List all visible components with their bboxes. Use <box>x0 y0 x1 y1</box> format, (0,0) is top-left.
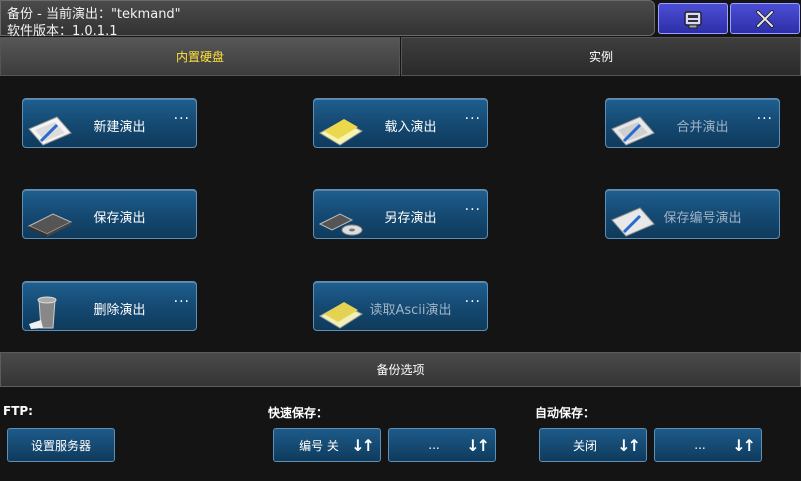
delete-show-label: 删除演出 <box>93 303 146 318</box>
more-dots: ··· <box>756 111 773 127</box>
quick-save-select[interactable]: 编号 关 ↓↑ <box>273 428 381 462</box>
save-as-label: 另存演出 <box>384 211 437 226</box>
read-ascii-show-button[interactable]: 读取Ascii演出 ··· <box>313 281 488 331</box>
section-title: 备份选项 <box>376 363 425 377</box>
auto-save-label: 自动保存： <box>535 406 596 420</box>
more-dots: ··· <box>464 294 481 310</box>
quick-save-more-button[interactable]: ... ↓↑ <box>388 428 496 462</box>
ftp-label: FTP: <box>3 404 33 418</box>
new-show-button[interactable]: 新建演出 ··· <box>22 98 197 148</box>
close-button[interactable] <box>730 3 800 34</box>
merge-show-button[interactable]: 合并演出 ··· <box>605 98 780 148</box>
sort-arrows-icon: ↓↑ <box>351 436 375 455</box>
more-dots: ··· <box>173 294 190 310</box>
save-show-label: 保存演出 <box>93 211 146 226</box>
quick-save-label: 快速保存： <box>268 406 329 420</box>
auto-save-value: 关闭 <box>572 438 597 453</box>
sort-arrows-icon: ↓↑ <box>732 436 756 455</box>
tab-instance[interactable]: 实例 <box>401 37 801 76</box>
load-show-button[interactable]: 载入演出 ··· <box>313 98 488 148</box>
sort-arrows-icon: ↓↑ <box>466 436 490 455</box>
tab-label: 内置硬盘 <box>175 50 224 64</box>
auto-save-more-label: ... <box>694 438 706 452</box>
load-show-label: 载入演出 <box>384 120 437 135</box>
setup-server-button[interactable]: 设置服务器 <box>7 428 115 462</box>
read-ascii-label: 读取Ascii演出 <box>369 303 452 318</box>
backup-options-header: 备份选项 <box>0 352 801 387</box>
auto-save-more-button[interactable]: ... ↓↑ <box>654 428 762 462</box>
more-dots: ··· <box>464 202 481 218</box>
window-restore-icon <box>684 10 702 28</box>
save-numbered-label: 保存编号演出 <box>663 211 742 226</box>
save-show-button[interactable]: 保存演出 <box>22 189 197 239</box>
setup-server-label: 设置服务器 <box>30 438 91 453</box>
auto-save-select[interactable]: 关闭 ↓↑ <box>539 428 647 462</box>
window-restore-button[interactable] <box>658 3 728 34</box>
new-show-label: 新建演出 <box>93 120 146 135</box>
quick-save-more-label: ... <box>428 438 440 452</box>
delete-show-button[interactable]: 删除演出 ··· <box>22 281 197 331</box>
more-dots: ··· <box>173 111 190 127</box>
more-dots: ··· <box>464 111 481 127</box>
save-as-button[interactable]: 另存演出 ··· <box>313 189 488 239</box>
sort-arrows-icon: ↓↑ <box>617 436 641 455</box>
quick-save-value: 编号 关 <box>299 438 339 453</box>
merge-show-label: 合并演出 <box>676 120 729 135</box>
window-title-bar: 备份 - 当前演出："tekmand" 软件版本：1.0.1.1 <box>0 0 655 39</box>
tab-label: 实例 <box>588 50 613 64</box>
save-numbered-show-button[interactable]: 保存编号演出 <box>605 189 780 239</box>
close-icon <box>756 9 774 28</box>
tab-internal-disk[interactable]: 内置硬盘 <box>0 37 400 76</box>
